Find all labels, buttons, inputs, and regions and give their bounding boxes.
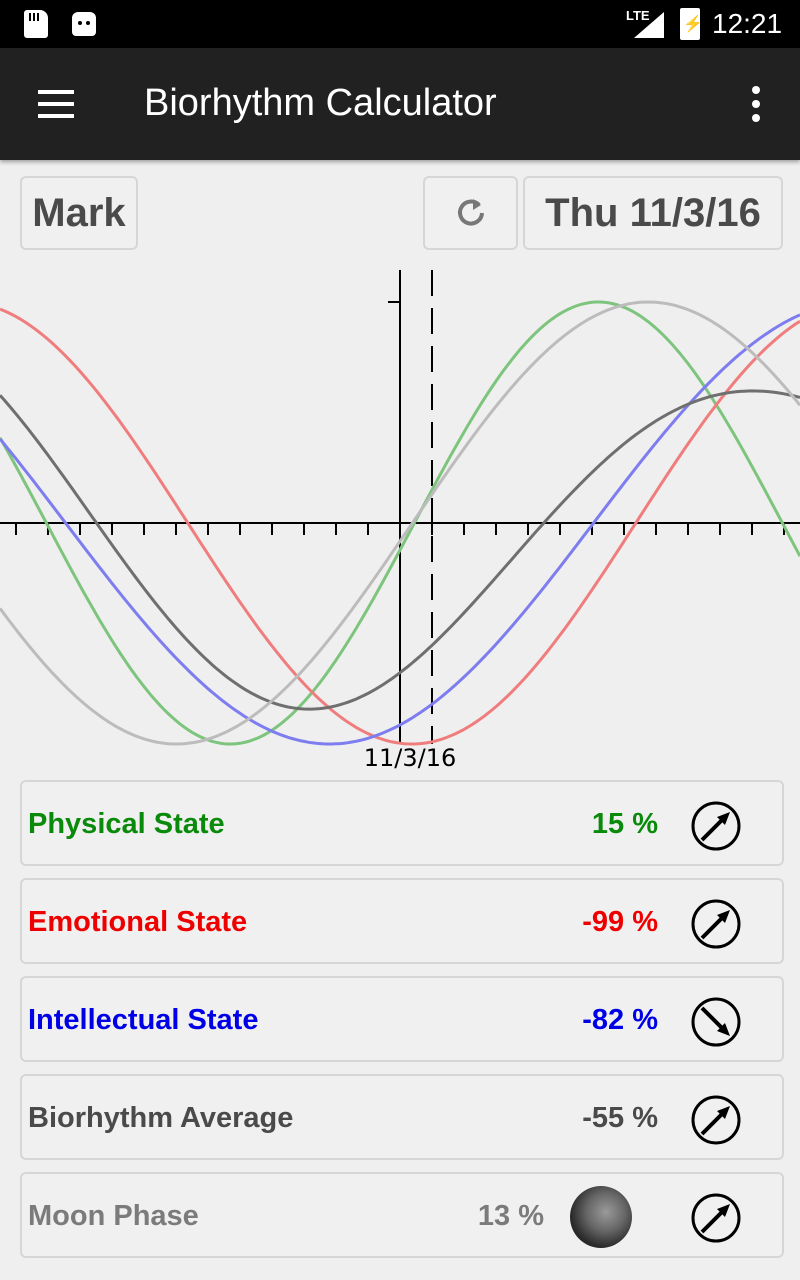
arrow-up-right-icon[interactable] [690, 1192, 742, 1244]
reset-button[interactable] [423, 176, 518, 250]
physical-state-value: 15 % [591, 808, 658, 840]
moon-icon [570, 1186, 632, 1248]
moon-phase-row[interactable]: Moon Phase 13 % [20, 1172, 784, 1258]
app-bar: Biorhythm Calculator [0, 48, 800, 160]
arrow-up-right-icon[interactable] [690, 800, 742, 852]
menu-icon[interactable] [36, 88, 76, 120]
physical-state-label: Physical State [28, 808, 225, 840]
android-icon [72, 12, 96, 36]
physical-state-row[interactable]: Physical State 15 % [20, 780, 784, 866]
intellectual-state-row[interactable]: Intellectual State -82 % [20, 976, 784, 1062]
arrow-down-right-icon[interactable] [690, 996, 742, 1048]
refresh-icon [457, 199, 484, 226]
biorhythm-average-label: Biorhythm Average [28, 1102, 294, 1134]
app-title: Biorhythm Calculator [144, 82, 497, 124]
signal-icon [634, 12, 664, 38]
emotional-state-row[interactable]: Emotional State -99 % [20, 878, 784, 964]
battery-charging-icon [680, 8, 703, 40]
intellectual-state-value: -82 % [582, 1004, 658, 1036]
moon-phase-label: Moon Phase [28, 1200, 199, 1232]
status-time: 12:21 [712, 8, 783, 39]
emotional-state-label: Emotional State [28, 906, 248, 938]
x-tick-label: 11/3/16 [364, 744, 457, 772]
mark-button[interactable]: Mark [20, 176, 138, 250]
arrow-up-right-icon[interactable] [690, 1094, 742, 1146]
arrow-up-right-icon[interactable] [690, 898, 742, 950]
more-options-icon[interactable] [744, 84, 768, 124]
sd-card-icon [24, 10, 48, 38]
biorhythm-average-row[interactable]: Biorhythm Average -55 % [20, 1074, 784, 1160]
date-button[interactable]: Thu 11/3/16 [523, 176, 783, 250]
biorhythm-chart[interactable]: 11/3/16 [0, 268, 800, 778]
emotional-state-value: -99 % [582, 906, 658, 938]
biorhythm-average-value: -55 % [582, 1102, 658, 1134]
moon-phase-value: 13 % [477, 1200, 544, 1232]
intellectual-state-label: Intellectual State [28, 1004, 259, 1036]
status-bar: LTE 12:21 [0, 0, 800, 48]
